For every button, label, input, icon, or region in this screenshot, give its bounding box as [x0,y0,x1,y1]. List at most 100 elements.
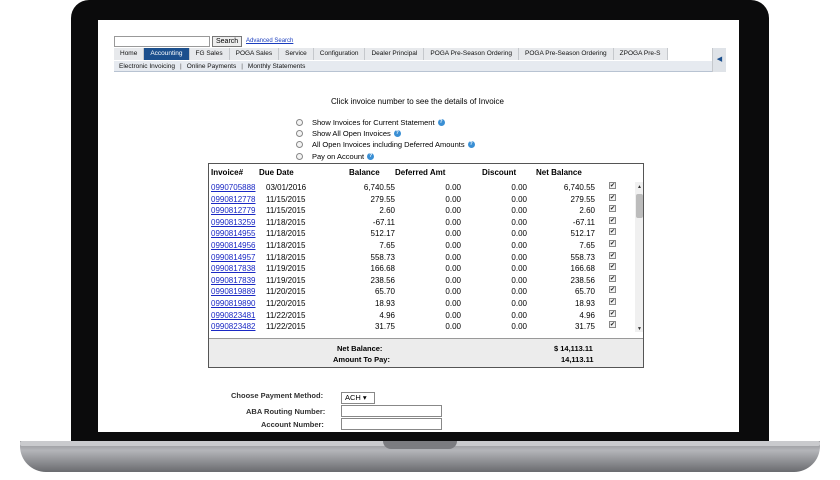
subtab-monthly-statements[interactable]: Monthly Statements [243,61,310,71]
tab-service[interactable]: Service [279,48,314,60]
invoice-link[interactable]: 0990823481 [211,310,256,322]
invoice-link[interactable]: 0990705888 [211,182,256,194]
invoice-link[interactable]: 0990817838 [211,263,256,275]
select-checkbox[interactable]: ✔ [609,216,616,224]
select-checkbox[interactable]: ✔ [609,239,616,247]
select-checkbox[interactable]: ✔ [609,297,616,305]
tab-poga-sales[interactable]: POGA Sales [229,48,280,60]
select-checkbox[interactable]: ✔ [609,182,616,189]
invoice-link[interactable]: 0990814956 [211,240,256,252]
search-button[interactable]: Search [212,36,243,47]
invoice-link[interactable]: 0990819890 [211,298,256,310]
advanced-search-link[interactable]: Advanced Search [246,38,293,44]
tab-accounting[interactable]: Accounting [144,48,190,60]
net-balance-cell: 31.75 [574,322,595,332]
select-checkbox[interactable]: ✔ [609,228,616,236]
table-scrollbar[interactable]: ▲ ▼ [635,182,643,332]
radio-button[interactable] [296,130,303,137]
table-row: 0990823481 11/22/2015 4.96 0.00 0.00 4.96 ✔ [209,309,635,322]
discount-cell: 0.00 [511,252,527,262]
select-checkbox[interactable]: ✔ [609,263,616,271]
radio-button[interactable] [296,153,303,160]
invoice-totals: Net Balance: $ 14,113.11 Amount To Pay: … [209,338,643,367]
invoice-link[interactable]: 0990817839 [211,275,256,287]
tab-poga-pre-season-ordering[interactable]: POGA Pre-Season Ordering [424,48,520,60]
routing-number-field[interactable] [341,405,442,417]
option-label: Show All Open Invoices [312,129,391,138]
balance-cell: 558.73 [370,252,395,262]
discount-cell: 0.00 [511,240,527,250]
net-balance-cell: 6,740.55 [563,183,595,192]
option-row[interactable]: Show All Open Invoices? [296,129,401,138]
account-number-field[interactable] [341,418,442,430]
option-row[interactable]: All Open Invoices including Deferred Amo… [296,140,475,149]
table-row: 0990814955 11/18/2015 512.17 0.00 0.00 512.17… [209,228,635,240]
header-discount: Discount [482,168,517,177]
option-label: Show Invoices for Current Statement [312,118,435,127]
help-icon[interactable]: ? [437,119,445,126]
net-balance-cell: 238.56 [570,275,595,285]
help-icon[interactable]: ? [467,141,475,148]
tab-home[interactable]: Home [114,48,145,60]
invoice-link[interactable]: 0990823482 [211,321,256,333]
sub-tabs: Electronic Invoicing | Online Payments | Mon… [114,61,712,72]
due-date-cell: 11/15/2015 [266,194,306,204]
table-row: 0990819890 11/20/2015 18.93 0.00 0.00 18.93 ✔ [209,297,635,310]
invoice-link[interactable]: 0990814957 [211,252,256,264]
tab-fg-sales[interactable]: FG Sales [189,48,230,60]
balance-cell: 7.65 [379,240,395,250]
tab-poga-pre-season-ordering[interactable]: POGA Pre-Season Ordering [519,48,614,60]
balance-cell: 65.70 [374,287,395,297]
balance-cell: 279.55 [370,194,395,204]
payment-method-select[interactable]: ACH ▾ [341,392,375,404]
invoice-link[interactable]: 0990813259 [211,217,256,229]
select-checkbox[interactable]: ✔ [609,274,616,282]
search-row: Search Advanced Search [98,36,739,48]
select-checkbox[interactable]: ✔ [609,321,616,329]
net-balance-cell: 2.60 [579,206,595,216]
discount-cell: 0.00 [511,194,527,204]
net-balance-cell: 512.17 [570,229,595,239]
balance-cell: -67.11 [372,217,395,227]
option-row[interactable]: Pay on Account? [296,152,375,161]
invoice-link[interactable]: 0990812778 [211,194,256,206]
discount-cell: 0.00 [511,206,527,216]
subtab-electronic-invoicing[interactable]: Electronic Invoicing [114,61,180,71]
balance-cell: 31.75 [374,322,395,332]
subtab-online-payments[interactable]: Online Payments [182,61,242,71]
invoice-link[interactable]: 0990814955 [211,228,256,240]
tab-zpoga-pre-s[interactable]: ZPOGA Pre-S [613,48,668,60]
help-icon[interactable]: ? [393,130,401,137]
invoice-link[interactable]: 0990819889 [211,286,256,298]
scroll-down-icon[interactable]: ▼ [635,326,643,332]
due-date-cell: 11/18/2015 [266,252,306,262]
balance-cell: 166.68 [370,264,395,274]
select-checkbox[interactable]: ✔ [609,286,616,294]
discount-cell: 0.00 [511,298,527,308]
invoice-table-header: Invoice# Due Date Balance Deferred Amt D… [209,164,643,180]
search-input[interactable] [114,36,210,47]
balance-cell: 6,740.55 [363,183,395,192]
radio-button[interactable] [296,141,303,148]
tab-configuration[interactable]: Configuration [313,48,366,60]
due-date-cell: 11/19/2015 [266,275,306,285]
due-date-cell: 11/15/2015 [266,206,306,216]
discount-cell: 0.00 [511,264,527,274]
deferred-cell: 0.00 [445,252,461,262]
select-checkbox[interactable]: ✔ [609,309,616,317]
scroll-up-icon[interactable]: ▲ [635,184,643,190]
net-balance-cell: 166.68 [570,264,595,274]
select-checkbox[interactable]: ✔ [609,251,616,259]
invoice-rows: 0990705888 03/01/2016 6,740.55 0.00 0.00 6,74… [209,182,635,338]
discount-cell: 0.00 [511,310,527,320]
discount-cell: 0.00 [511,217,527,227]
invoice-link[interactable]: 0990812779 [211,205,256,217]
select-checkbox[interactable]: ✔ [609,205,616,213]
option-row[interactable]: Show Invoices for Current Statement? [296,118,445,127]
help-icon[interactable]: ? [367,153,375,160]
select-checkbox[interactable]: ✔ [609,193,616,201]
tab-scroll-left-icon[interactable]: ◀ [712,48,726,72]
radio-button[interactable] [296,119,303,126]
tab-dealer-principal[interactable]: Dealer Principal [365,48,425,60]
scroll-thumb[interactable] [636,194,643,218]
